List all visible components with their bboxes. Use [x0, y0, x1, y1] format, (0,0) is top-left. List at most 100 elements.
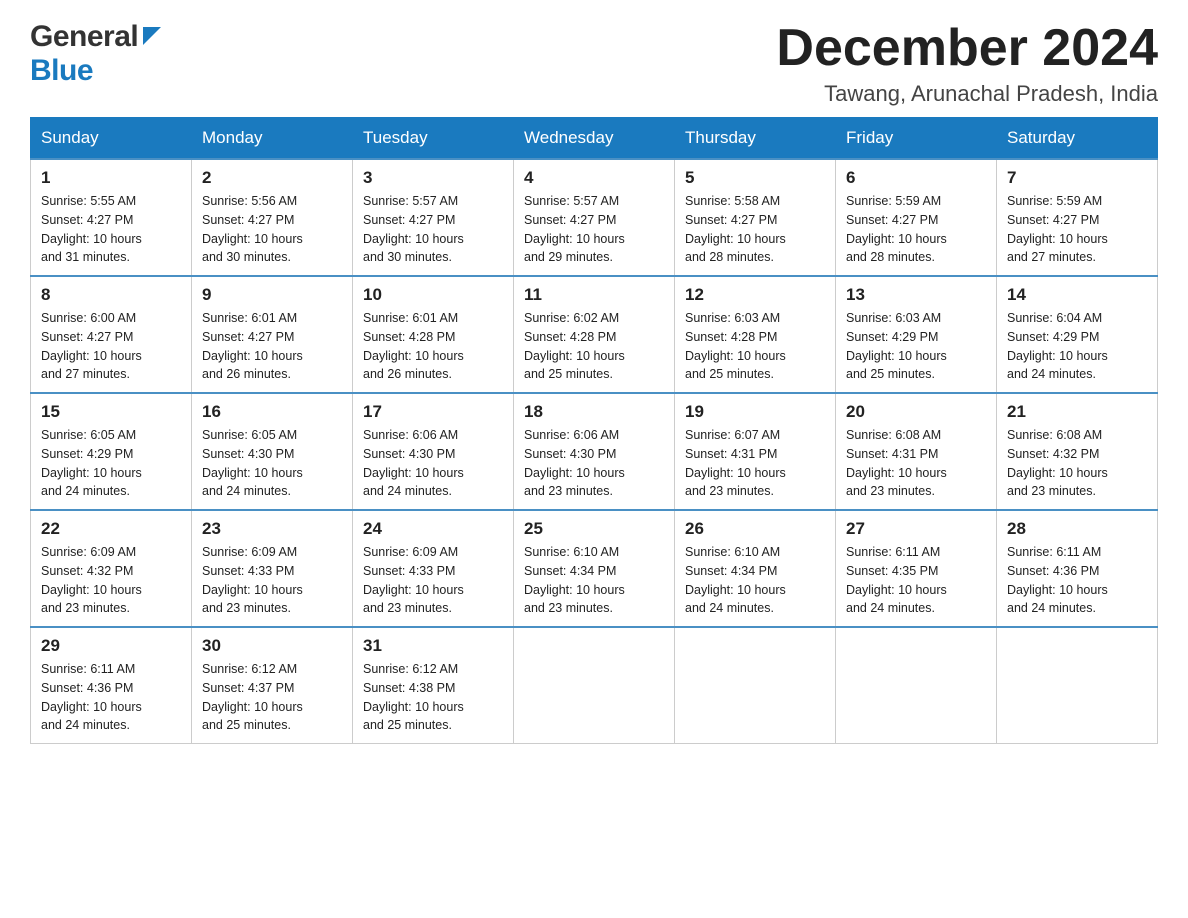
calendar-cell: 1 Sunrise: 5:55 AM Sunset: 4:27 PM Dayli… [31, 159, 192, 276]
calendar-cell: 12 Sunrise: 6:03 AM Sunset: 4:28 PM Dayl… [675, 276, 836, 393]
cell-info: Sunrise: 6:08 AM Sunset: 4:31 PM Dayligh… [846, 426, 986, 501]
calendar-cell: 26 Sunrise: 6:10 AM Sunset: 4:34 PM Dayl… [675, 510, 836, 627]
cell-info: Sunrise: 5:58 AM Sunset: 4:27 PM Dayligh… [685, 192, 825, 267]
cell-info: Sunrise: 6:09 AM Sunset: 4:32 PM Dayligh… [41, 543, 181, 618]
day-number: 28 [1007, 519, 1147, 539]
calendar-cell: 31 Sunrise: 6:12 AM Sunset: 4:38 PM Dayl… [353, 627, 514, 744]
day-number: 9 [202, 285, 342, 305]
calendar-cell: 22 Sunrise: 6:09 AM Sunset: 4:32 PM Dayl… [31, 510, 192, 627]
cell-info: Sunrise: 6:03 AM Sunset: 4:28 PM Dayligh… [685, 309, 825, 384]
day-number: 19 [685, 402, 825, 422]
calendar-cell: 30 Sunrise: 6:12 AM Sunset: 4:37 PM Dayl… [192, 627, 353, 744]
day-number: 25 [524, 519, 664, 539]
calendar-week-5: 29 Sunrise: 6:11 AM Sunset: 4:36 PM Dayl… [31, 627, 1158, 744]
day-number: 18 [524, 402, 664, 422]
day-number: 2 [202, 168, 342, 188]
calendar-cell: 20 Sunrise: 6:08 AM Sunset: 4:31 PM Dayl… [836, 393, 997, 510]
cell-info: Sunrise: 6:12 AM Sunset: 4:37 PM Dayligh… [202, 660, 342, 735]
calendar-cell: 18 Sunrise: 6:06 AM Sunset: 4:30 PM Dayl… [514, 393, 675, 510]
cell-info: Sunrise: 5:57 AM Sunset: 4:27 PM Dayligh… [524, 192, 664, 267]
cell-info: Sunrise: 6:07 AM Sunset: 4:31 PM Dayligh… [685, 426, 825, 501]
calendar-cell: 21 Sunrise: 6:08 AM Sunset: 4:32 PM Dayl… [997, 393, 1158, 510]
day-number: 3 [363, 168, 503, 188]
cell-info: Sunrise: 6:06 AM Sunset: 4:30 PM Dayligh… [524, 426, 664, 501]
col-friday: Friday [836, 118, 997, 160]
cell-info: Sunrise: 5:57 AM Sunset: 4:27 PM Dayligh… [363, 192, 503, 267]
cell-info: Sunrise: 5:59 AM Sunset: 4:27 PM Dayligh… [1007, 192, 1147, 267]
calendar-cell: 29 Sunrise: 6:11 AM Sunset: 4:36 PM Dayl… [31, 627, 192, 744]
page-header: General Blue December 2024 Tawang, Aruna… [30, 20, 1158, 107]
calendar-cell: 2 Sunrise: 5:56 AM Sunset: 4:27 PM Dayli… [192, 159, 353, 276]
calendar-week-2: 8 Sunrise: 6:00 AM Sunset: 4:27 PM Dayli… [31, 276, 1158, 393]
cell-info: Sunrise: 6:09 AM Sunset: 4:33 PM Dayligh… [363, 543, 503, 618]
cell-info: Sunrise: 5:56 AM Sunset: 4:27 PM Dayligh… [202, 192, 342, 267]
day-number: 5 [685, 168, 825, 188]
col-saturday: Saturday [997, 118, 1158, 160]
calendar-header-row: Sunday Monday Tuesday Wednesday Thursday… [31, 118, 1158, 160]
day-number: 7 [1007, 168, 1147, 188]
day-number: 29 [41, 636, 181, 656]
col-sunday: Sunday [31, 118, 192, 160]
day-number: 20 [846, 402, 986, 422]
cell-info: Sunrise: 6:00 AM Sunset: 4:27 PM Dayligh… [41, 309, 181, 384]
cell-info: Sunrise: 6:04 AM Sunset: 4:29 PM Dayligh… [1007, 309, 1147, 384]
cell-info: Sunrise: 6:09 AM Sunset: 4:33 PM Dayligh… [202, 543, 342, 618]
logo-general-text: General [30, 20, 138, 54]
calendar-cell: 28 Sunrise: 6:11 AM Sunset: 4:36 PM Dayl… [997, 510, 1158, 627]
calendar-cell: 17 Sunrise: 6:06 AM Sunset: 4:30 PM Dayl… [353, 393, 514, 510]
day-number: 27 [846, 519, 986, 539]
title-block: December 2024 Tawang, Arunachal Pradesh,… [776, 20, 1158, 107]
day-number: 23 [202, 519, 342, 539]
calendar-cell: 15 Sunrise: 6:05 AM Sunset: 4:29 PM Dayl… [31, 393, 192, 510]
day-number: 1 [41, 168, 181, 188]
calendar-cell: 14 Sunrise: 6:04 AM Sunset: 4:29 PM Dayl… [997, 276, 1158, 393]
day-number: 31 [363, 636, 503, 656]
calendar-cell: 8 Sunrise: 6:00 AM Sunset: 4:27 PM Dayli… [31, 276, 192, 393]
cell-info: Sunrise: 6:02 AM Sunset: 4:28 PM Dayligh… [524, 309, 664, 384]
calendar-cell [836, 627, 997, 744]
calendar-week-3: 15 Sunrise: 6:05 AM Sunset: 4:29 PM Dayl… [31, 393, 1158, 510]
calendar-week-1: 1 Sunrise: 5:55 AM Sunset: 4:27 PM Dayli… [31, 159, 1158, 276]
logo: General Blue [30, 20, 163, 88]
calendar-cell: 5 Sunrise: 5:58 AM Sunset: 4:27 PM Dayli… [675, 159, 836, 276]
cell-info: Sunrise: 6:03 AM Sunset: 4:29 PM Dayligh… [846, 309, 986, 384]
day-number: 17 [363, 402, 503, 422]
cell-info: Sunrise: 6:01 AM Sunset: 4:27 PM Dayligh… [202, 309, 342, 384]
calendar-cell: 11 Sunrise: 6:02 AM Sunset: 4:28 PM Dayl… [514, 276, 675, 393]
cell-info: Sunrise: 6:05 AM Sunset: 4:30 PM Dayligh… [202, 426, 342, 501]
col-wednesday: Wednesday [514, 118, 675, 160]
day-number: 22 [41, 519, 181, 539]
cell-info: Sunrise: 6:11 AM Sunset: 4:36 PM Dayligh… [1007, 543, 1147, 618]
calendar-cell: 4 Sunrise: 5:57 AM Sunset: 4:27 PM Dayli… [514, 159, 675, 276]
calendar-cell: 9 Sunrise: 6:01 AM Sunset: 4:27 PM Dayli… [192, 276, 353, 393]
day-number: 15 [41, 402, 181, 422]
calendar-cell: 7 Sunrise: 5:59 AM Sunset: 4:27 PM Dayli… [997, 159, 1158, 276]
cell-info: Sunrise: 6:05 AM Sunset: 4:29 PM Dayligh… [41, 426, 181, 501]
col-tuesday: Tuesday [353, 118, 514, 160]
logo-blue-text: Blue [30, 54, 93, 87]
calendar-cell: 13 Sunrise: 6:03 AM Sunset: 4:29 PM Dayl… [836, 276, 997, 393]
day-number: 10 [363, 285, 503, 305]
calendar-cell: 23 Sunrise: 6:09 AM Sunset: 4:33 PM Dayl… [192, 510, 353, 627]
cell-info: Sunrise: 6:10 AM Sunset: 4:34 PM Dayligh… [524, 543, 664, 618]
calendar-cell: 19 Sunrise: 6:07 AM Sunset: 4:31 PM Dayl… [675, 393, 836, 510]
col-thursday: Thursday [675, 118, 836, 160]
calendar-cell: 24 Sunrise: 6:09 AM Sunset: 4:33 PM Dayl… [353, 510, 514, 627]
cell-info: Sunrise: 6:01 AM Sunset: 4:28 PM Dayligh… [363, 309, 503, 384]
day-number: 24 [363, 519, 503, 539]
day-number: 30 [202, 636, 342, 656]
day-number: 11 [524, 285, 664, 305]
col-monday: Monday [192, 118, 353, 160]
cell-info: Sunrise: 6:06 AM Sunset: 4:30 PM Dayligh… [363, 426, 503, 501]
day-number: 6 [846, 168, 986, 188]
day-number: 26 [685, 519, 825, 539]
calendar-cell [514, 627, 675, 744]
cell-info: Sunrise: 5:59 AM Sunset: 4:27 PM Dayligh… [846, 192, 986, 267]
logo-arrow-icon [141, 25, 163, 52]
calendar-week-4: 22 Sunrise: 6:09 AM Sunset: 4:32 PM Dayl… [31, 510, 1158, 627]
calendar-cell: 10 Sunrise: 6:01 AM Sunset: 4:28 PM Dayl… [353, 276, 514, 393]
calendar-cell [997, 627, 1158, 744]
cell-info: Sunrise: 6:11 AM Sunset: 4:35 PM Dayligh… [846, 543, 986, 618]
day-number: 21 [1007, 402, 1147, 422]
cell-info: Sunrise: 6:10 AM Sunset: 4:34 PM Dayligh… [685, 543, 825, 618]
